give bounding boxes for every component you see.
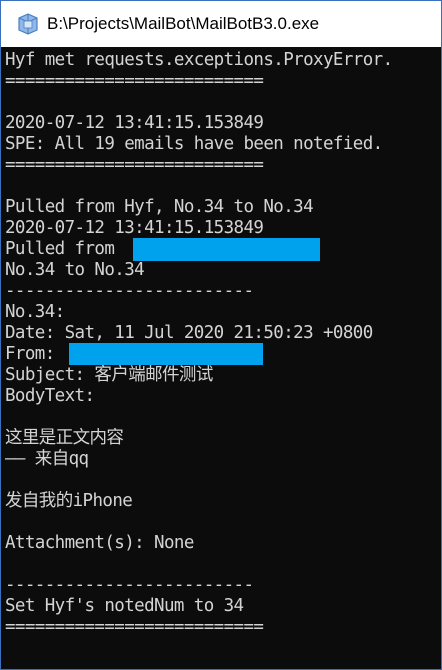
console-line: Set Hyf's notedNum to 34 — [5, 596, 244, 616]
console-line: ========================== — [5, 71, 264, 91]
redacted-block — [69, 343, 263, 365]
console-line: ------------------------- — [5, 575, 254, 595]
console-line: —— 来自qq — [5, 449, 89, 469]
console-line: SPE: All 19 emails have been notefied. — [5, 134, 383, 154]
console-line: Subject: 客户端邮件测试 — [5, 365, 213, 385]
console-line: From: — [5, 344, 55, 364]
title-bar[interactable]: B:\Projects\MailBot\MailBotB3.0.exe — [1, 1, 441, 47]
console-line: 2020-07-12 13:41:15.153849 — [5, 218, 264, 238]
console-line: 这里是正文内容 — [5, 428, 124, 448]
console-line: BodyText: — [5, 386, 95, 406]
redacted-block — [133, 238, 320, 261]
console-line: Hyf met requests.exceptions.ProxyError. — [5, 50, 393, 70]
console-line: No.34 to No.34 — [5, 260, 145, 280]
console-line: ========================== — [5, 155, 264, 175]
console-line: Date: Sat, 11 Jul 2020 21:50:23 +0800 — [5, 323, 373, 343]
app-window-icon — [15, 11, 41, 37]
console-line: Pulled from Hyf, No.34 to No.34 — [5, 197, 314, 217]
console-line: Pulled from — [5, 239, 115, 259]
console-window: B:\Projects\MailBot\MailBotB3.0.exe Hyf … — [0, 0, 442, 670]
console-line: 发自我的iPhone — [5, 491, 133, 511]
console-line: ========================== — [5, 617, 264, 637]
console-line: ------------------------- — [5, 281, 254, 301]
console-line: 2020-07-12 13:41:15.153849 — [5, 113, 264, 133]
window-title: B:\Projects\MailBot\MailBotB3.0.exe — [47, 14, 320, 33]
console-output[interactable]: Hyf met requests.exceptions.ProxyError. … — [1, 47, 441, 669]
console-line: Attachment(s): None — [5, 533, 194, 553]
console-line: No.34: — [5, 302, 65, 322]
